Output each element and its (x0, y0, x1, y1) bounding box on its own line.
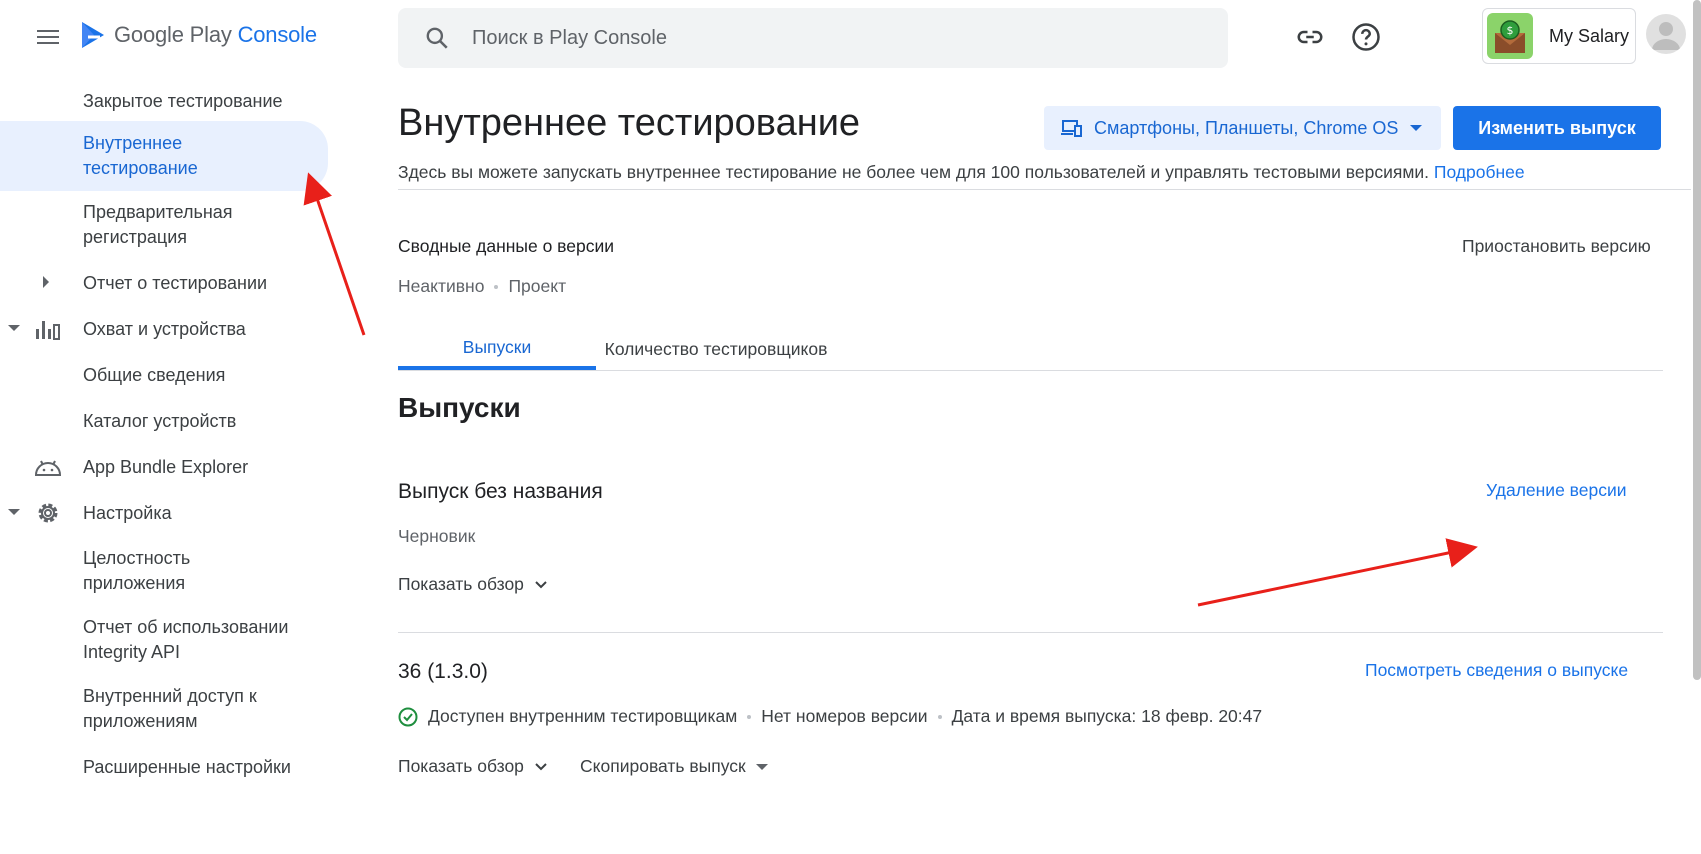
svg-text:$: $ (1507, 24, 1514, 37)
sidebar-item-internal-testing[interactable]: Внутреннее тестирование (0, 121, 328, 191)
device-selector-label: Смартфоны, Планшеты, Chrome OS (1094, 117, 1399, 138)
menu-icon[interactable] (32, 26, 64, 50)
sidebar-item-integrity-api-report[interactable]: Отчет об использовании Integrity API (0, 613, 328, 667)
sidebar-item-internal-app-sharing[interactable]: Внутренний доступ к приложениям (0, 682, 328, 736)
expand-right-icon (43, 276, 49, 288)
edit-release-button[interactable]: Изменить выпуск (1453, 106, 1661, 150)
app-selector[interactable]: $ My Salary (1482, 8, 1636, 64)
expand-down-icon (8, 325, 20, 331)
top-bar: Google Play Console $ My Salary (0, 0, 1701, 72)
tab-testers[interactable]: Количество тестировщиков (596, 328, 836, 370)
dropdown-arrow-icon (1410, 125, 1423, 131)
logo-text: Google Play Console (114, 22, 317, 47)
show-overview-button[interactable]: Показать обзор (398, 574, 548, 595)
track-status: Неактивно Проект (398, 276, 566, 297)
sidebar-item-reach-devices[interactable]: Охват и устройства (0, 314, 328, 344)
sidebar-item-settings[interactable]: Настройка (0, 498, 328, 528)
app-icon: $ (1487, 13, 1533, 59)
status-project: Проект (508, 276, 567, 296)
version-numbers: Нет номеров версии (761, 706, 928, 726)
annotation-arrow-delete (1197, 538, 1478, 607)
release-date: Дата и время выпуска: 18 февр. 20:47 (951, 706, 1263, 726)
bar-chart-icon (36, 321, 60, 340)
android-icon (34, 460, 62, 476)
account-avatar[interactable] (1646, 14, 1686, 54)
tab-releases[interactable]: Выпуски (398, 328, 596, 370)
release-summary-title: Сводные данные о версии (398, 236, 615, 256)
chevron-down-icon (535, 580, 547, 588)
release-availability: Доступен внутренним тестировщикам (428, 706, 738, 726)
release-name: Выпуск без названия (398, 480, 603, 503)
view-release-details-link[interactable]: Посмотреть сведения о выпуске (1365, 660, 1628, 681)
sidebar-item-testing-report[interactable]: Отчет о тестировании (0, 268, 328, 298)
divider (398, 189, 1691, 190)
sidebar-item-app-bundle-explorer[interactable]: App Bundle Explorer (0, 452, 328, 482)
chevron-down-icon (535, 762, 547, 770)
sidebar-item-pre-registration[interactable]: Предварительная регистрация (0, 198, 328, 252)
tabs-divider (398, 370, 1663, 371)
page-title: Внутреннее тестирование (398, 102, 861, 144)
sidebar-item-device-catalog[interactable]: Каталог устройств (0, 406, 328, 436)
release-status: Черновик (398, 526, 476, 546)
gear-icon (38, 503, 58, 523)
check-circle-icon (398, 707, 418, 726)
play-console-logo[interactable]: Google Play Console (80, 20, 317, 50)
show-overview-button-2[interactable]: Показать обзор (398, 756, 548, 777)
scrollbar[interactable] (1693, 0, 1701, 680)
page-description: Здесь вы можете запускать внутреннее тес… (398, 162, 1525, 182)
expand-down-icon (8, 509, 20, 515)
release-meta: Доступен внутренним тестировщикам Нет но… (398, 706, 1262, 727)
sidebar-item-overview[interactable]: Общие сведения (0, 360, 328, 390)
sidebar-item-closed-testing[interactable]: Закрытое тестирование (0, 86, 328, 116)
search-bar[interactable] (398, 8, 1228, 68)
sidebar-item-advanced-settings[interactable]: Расширенные настройки (0, 752, 328, 782)
device-selector[interactable]: Смартфоны, Планшеты, Chrome OS (1044, 106, 1441, 150)
pause-release-link[interactable]: Приостановить версию (1462, 236, 1651, 257)
sidebar-item-app-integrity[interactable]: Целостность приложения (0, 544, 328, 598)
releases-section-title: Выпуски (398, 392, 521, 423)
link-icon[interactable] (1295, 22, 1325, 52)
search-input[interactable] (472, 26, 1172, 50)
search-icon (426, 27, 448, 49)
release-version: 36 (1.3.0) (398, 660, 488, 683)
status-inactive: Неактивно (398, 276, 485, 296)
release-divider (398, 632, 1663, 633)
play-logo-icon (82, 22, 104, 48)
help-icon[interactable] (1351, 22, 1381, 52)
copy-release-button[interactable]: Скопировать выпуск (580, 756, 768, 777)
dropdown-arrow-icon (755, 763, 768, 770)
devices-icon (1061, 120, 1082, 137)
delete-release-link[interactable]: Удаление версии (1486, 480, 1627, 501)
app-name: My Salary (1549, 25, 1630, 46)
learn-more-link[interactable]: Подробнее (1434, 162, 1525, 182)
